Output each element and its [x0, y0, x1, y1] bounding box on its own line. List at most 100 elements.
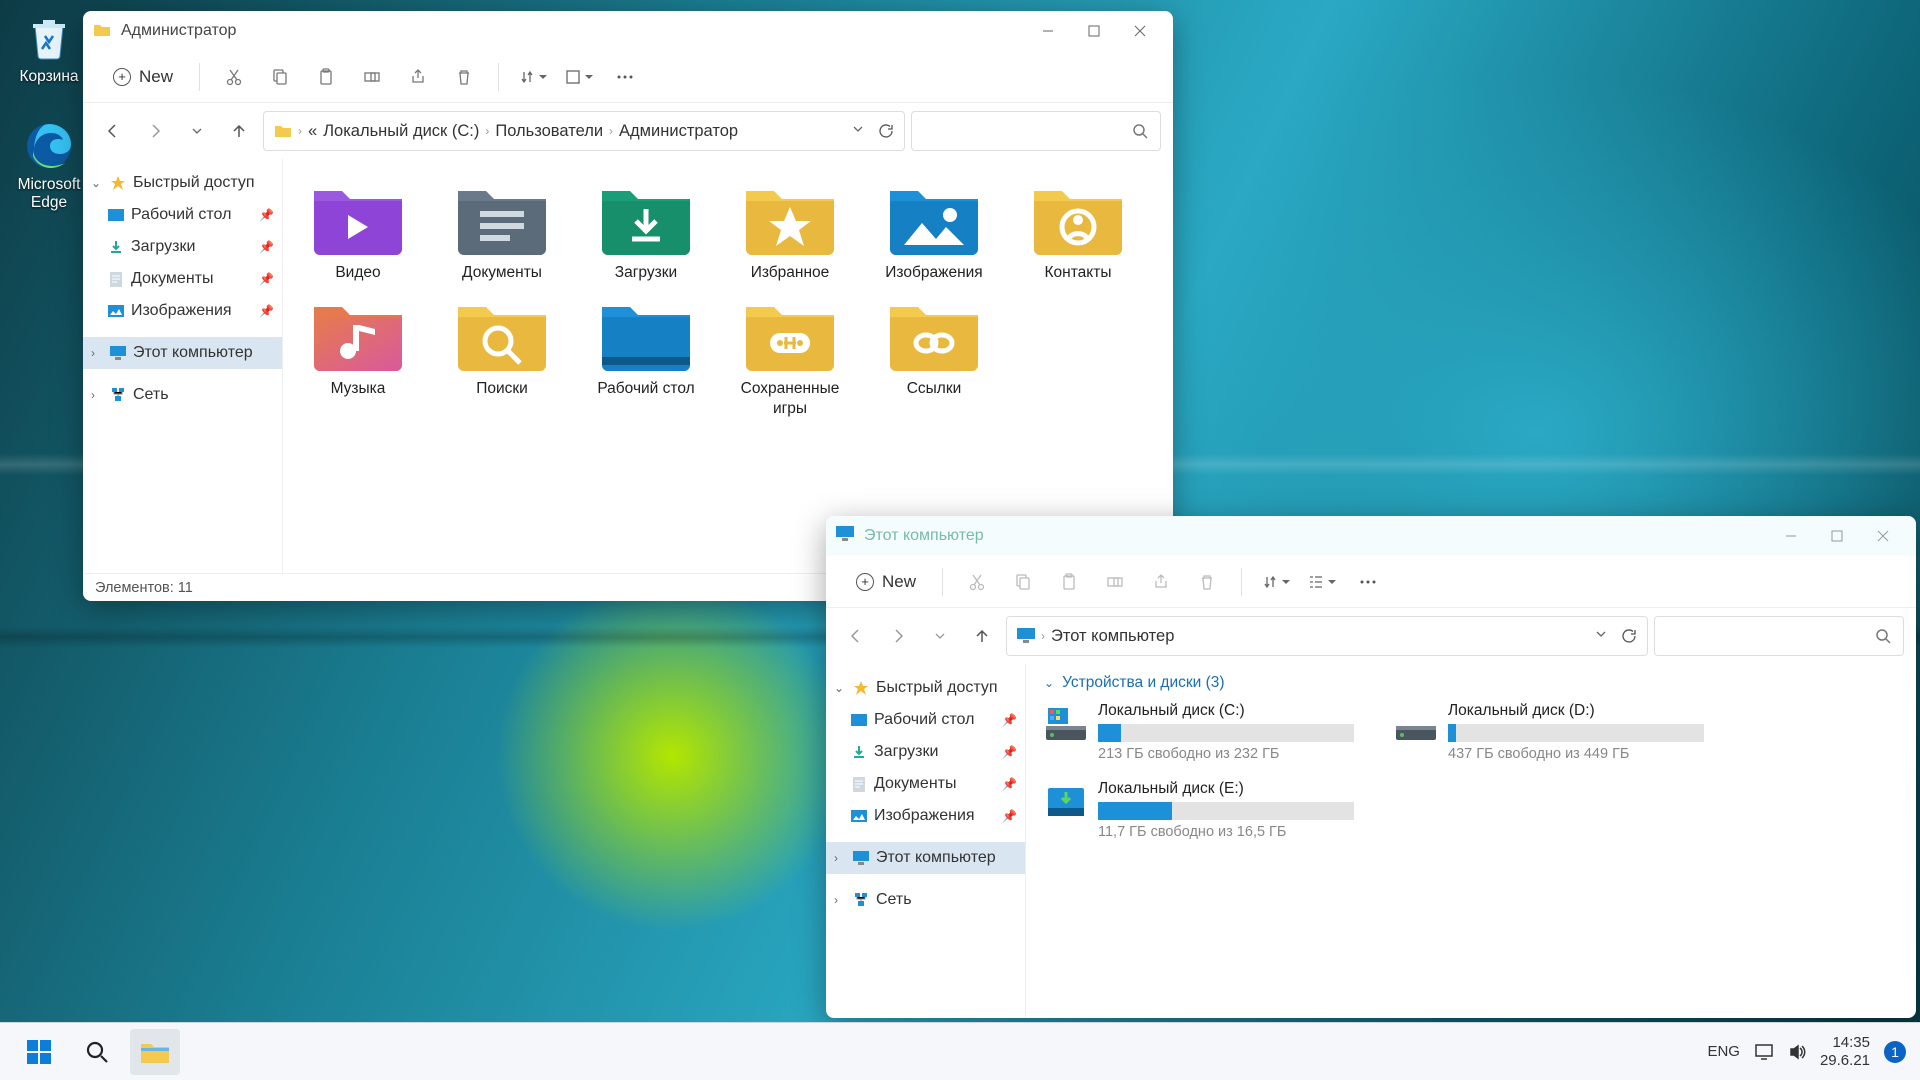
maximize-button[interactable]	[1814, 516, 1860, 556]
pin-icon: 📌	[259, 240, 274, 254]
copy-button[interactable]	[1003, 562, 1043, 602]
close-button[interactable]	[1860, 516, 1906, 556]
folder-item[interactable]: Контакты	[1013, 177, 1143, 283]
pc-icon	[1017, 628, 1035, 644]
breadcrumb-1[interactable]: Пользователи	[495, 122, 603, 141]
folder-item[interactable]: Избранное	[725, 177, 855, 283]
sidebar-item-documents[interactable]: Документы📌	[826, 768, 1025, 800]
more-button[interactable]	[605, 57, 645, 97]
new-button[interactable]: +New	[101, 61, 185, 93]
folder-item[interactable]: Изображения	[869, 177, 999, 283]
view-button[interactable]	[559, 57, 599, 97]
up-button[interactable]	[964, 618, 1000, 654]
copy-button[interactable]	[260, 57, 300, 97]
chevron-down-icon[interactable]	[1595, 628, 1607, 644]
recent-dropdown[interactable]	[922, 618, 958, 654]
back-button[interactable]	[838, 618, 874, 654]
desktop-icon-edge[interactable]: Microsoft Edge	[4, 120, 94, 212]
sidebar-item-downloads[interactable]: Загрузки📌	[83, 231, 282, 263]
start-button[interactable]	[14, 1029, 64, 1075]
cut-button[interactable]	[957, 562, 997, 602]
back-button[interactable]	[95, 113, 131, 149]
breadcrumb-prefix[interactable]: «	[308, 122, 317, 141]
forward-button[interactable]	[137, 113, 173, 149]
drive-item[interactable]: Локальный диск (C:) 213 ГБ свободно из 2…	[1044, 702, 1354, 762]
sidebar-network[interactable]: ›Сеть	[83, 379, 282, 411]
explorer-window-this-pc: Этот компьютер +New › Этот компьютер	[826, 516, 1916, 1018]
drive-name: Локальный диск (D:)	[1448, 702, 1704, 720]
sidebar-item-documents[interactable]: Документы📌	[83, 263, 282, 295]
share-button[interactable]	[1141, 562, 1181, 602]
delete-button[interactable]	[1187, 562, 1227, 602]
delete-button[interactable]	[444, 57, 484, 97]
sidebar-item-downloads[interactable]: Загрузки📌	[826, 736, 1025, 768]
group-button[interactable]	[1302, 562, 1342, 602]
minimize-button[interactable]	[1025, 11, 1071, 51]
rename-button[interactable]	[1095, 562, 1135, 602]
refresh-button[interactable]	[878, 123, 894, 139]
sort-button[interactable]	[513, 57, 553, 97]
folder-item[interactable]: Поиски	[437, 293, 567, 419]
search-button[interactable]	[72, 1029, 122, 1075]
folder-label: Контакты	[1013, 263, 1143, 283]
folder-item[interactable]: Видео	[293, 177, 423, 283]
rename-button[interactable]	[352, 57, 392, 97]
pc-icon	[852, 849, 870, 867]
sidebar-item-pictures[interactable]: Изображения📌	[83, 295, 282, 327]
breadcrumb-0[interactable]: Этот компьютер	[1051, 627, 1174, 646]
folder-item[interactable]: Загрузки	[581, 177, 711, 283]
folder-item[interactable]: Рабочий стол	[581, 293, 711, 419]
star-icon	[109, 174, 127, 192]
forward-button[interactable]	[880, 618, 916, 654]
sidebar-quick-access[interactable]: ⌄Быстрый доступ	[83, 167, 282, 199]
minimize-button[interactable]	[1768, 516, 1814, 556]
sidebar-item-desktop[interactable]: Рабочий стол📌	[826, 704, 1025, 736]
language-indicator[interactable]: ENG	[1707, 1043, 1740, 1060]
titlebar[interactable]: Администратор	[83, 11, 1173, 51]
search-box[interactable]	[1654, 616, 1904, 656]
paste-button[interactable]	[1049, 562, 1089, 602]
drive-item[interactable]: Локальный диск (D:) 437 ГБ свободно из 4…	[1394, 702, 1704, 762]
up-button[interactable]	[221, 113, 257, 149]
address-bar[interactable]: › Этот компьютер	[1006, 616, 1648, 656]
chevron-down-icon[interactable]	[852, 123, 864, 139]
paste-button[interactable]	[306, 57, 346, 97]
sidebar-quick-access[interactable]: ⌄Быстрый доступ	[826, 672, 1025, 704]
recycle-bin-icon	[23, 12, 75, 64]
maximize-button[interactable]	[1071, 11, 1117, 51]
group-header-devices[interactable]: ⌄Устройства и диски (3)	[1044, 674, 1898, 692]
notification-badge[interactable]: 1	[1884, 1041, 1906, 1063]
sidebar-item-desktop[interactable]: Рабочий стол📌	[83, 199, 282, 231]
more-button[interactable]	[1348, 562, 1388, 602]
close-button[interactable]	[1117, 11, 1163, 51]
breadcrumb-2[interactable]: Администратор	[619, 122, 738, 141]
recent-dropdown[interactable]	[179, 113, 215, 149]
new-button[interactable]: +New	[844, 566, 928, 598]
cut-button[interactable]	[214, 57, 254, 97]
taskbar-explorer[interactable]	[130, 1029, 180, 1075]
taskbar: ENG 14:35 29.6.21 1	[0, 1022, 1920, 1080]
breadcrumb-0[interactable]: Локальный диск (C:)	[323, 122, 479, 141]
tray-sync-icon[interactable]	[1754, 1043, 1774, 1061]
tray-volume-icon[interactable]	[1788, 1043, 1806, 1061]
sidebar-network[interactable]: ›Сеть	[826, 884, 1025, 916]
titlebar[interactable]: Этот компьютер	[826, 516, 1916, 556]
desktop-icon-recycle-bin[interactable]: Корзина	[4, 12, 94, 86]
sort-button[interactable]	[1256, 562, 1296, 602]
drive-item[interactable]: Локальный диск (E:) 11,7 ГБ свободно из …	[1044, 780, 1354, 840]
sidebar-this-pc[interactable]: ›Этот компьютер	[83, 337, 282, 369]
folder-item[interactable]: Ссылки	[869, 293, 999, 419]
taskbar-clock[interactable]: 14:35 29.6.21	[1820, 1034, 1870, 1070]
sidebar-this-pc[interactable]: ›Этот компьютер	[826, 842, 1025, 874]
search-box[interactable]	[911, 111, 1161, 151]
share-button[interactable]	[398, 57, 438, 97]
folder-item[interactable]: Документы	[437, 177, 567, 283]
address-bar[interactable]: › « Локальный диск (C:) › Пользователи ›…	[263, 111, 905, 151]
sidebar-item-pictures[interactable]: Изображения📌	[826, 800, 1025, 832]
drive-icon	[1394, 702, 1438, 746]
folder-icon	[740, 177, 840, 255]
refresh-button[interactable]	[1621, 628, 1637, 644]
folder-label: Сохраненные игры	[725, 379, 855, 419]
folder-item[interactable]: Сохраненные игры	[725, 293, 855, 419]
folder-item[interactable]: Музыка	[293, 293, 423, 419]
